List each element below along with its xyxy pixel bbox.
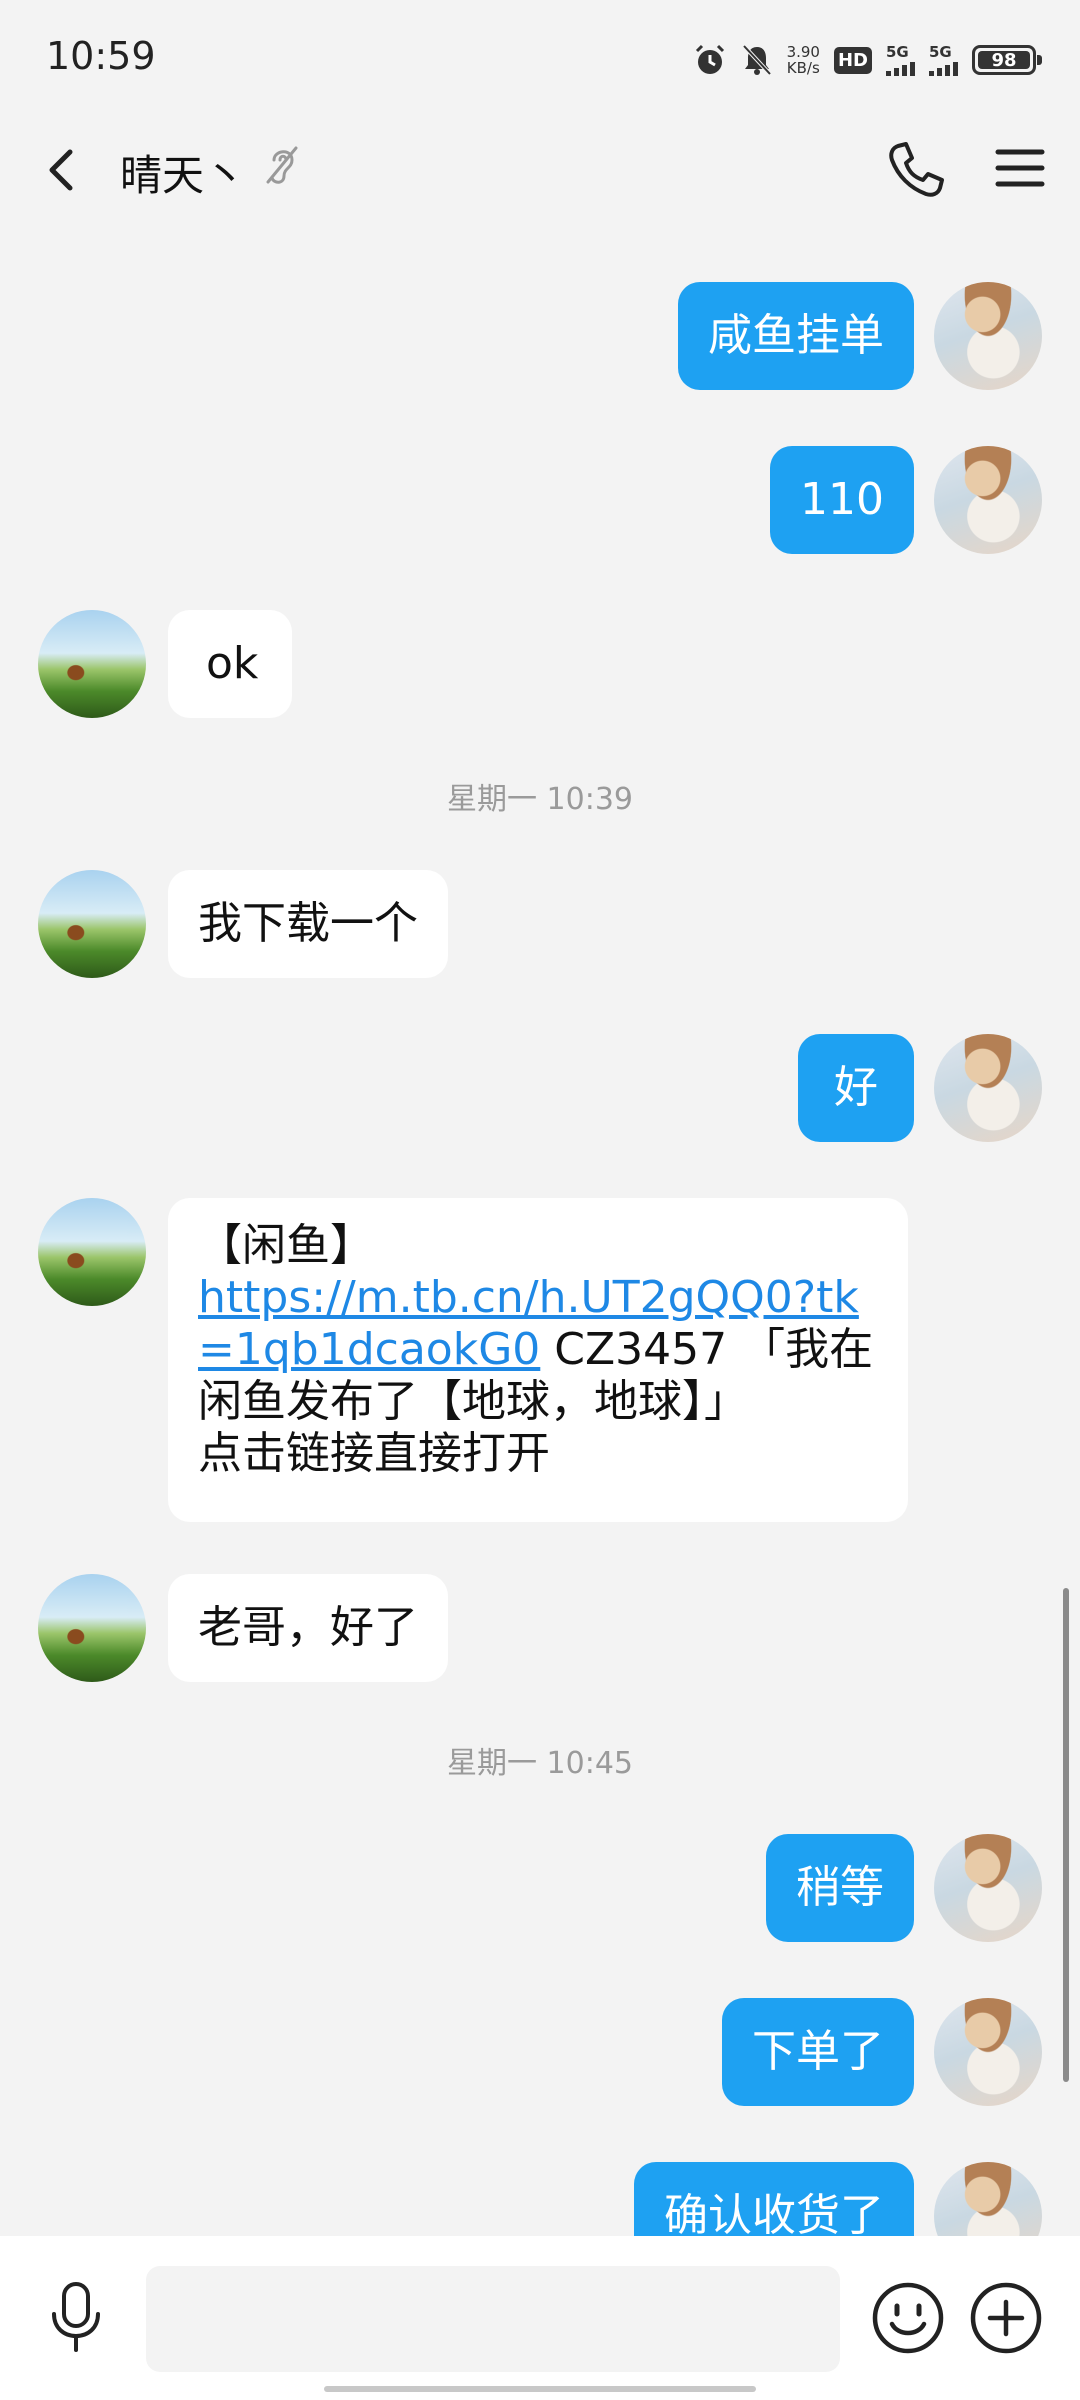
message-input[interactable] <box>146 2266 840 2372</box>
scrollbar[interactable] <box>1063 1588 1069 2082</box>
message-link[interactable]: https://m.tb.cn/h.UT2gQQ0?tk <box>198 1272 859 1323</box>
battery-icon: 98 <box>972 45 1042 75</box>
status-time: 10:59 <box>46 34 156 78</box>
signal-icon: 5G <box>886 42 915 76</box>
contact-avatar[interactable] <box>38 1574 146 1682</box>
message-text: 好 <box>834 1062 878 1113</box>
back-icon[interactable] <box>36 142 92 198</box>
message-row: 确认收货了 <box>0 2158 1080 2236</box>
timestamp: 星期一 10:45 <box>447 1746 633 1781</box>
message-bubble[interactable]: ok <box>168 610 293 718</box>
message-text: 我下载一个 <box>198 898 418 949</box>
message-bubble[interactable]: 稍等 <box>766 1834 914 1942</box>
sim1-label: 5G <box>886 42 909 61</box>
message-row: 稍等 <box>0 1830 1080 1946</box>
call-icon[interactable] <box>884 138 948 202</box>
message-text: CZ3457 「我在 <box>540 1324 874 1375</box>
message-text: ok <box>206 638 259 689</box>
signal-icon: 5G <box>929 42 958 76</box>
message-bubble[interactable]: 下单了 <box>722 1998 914 2106</box>
my-avatar[interactable] <box>934 1034 1042 1142</box>
message-row: 我下载一个 <box>0 866 1080 982</box>
message-text: 点击链接直接打开 <box>198 1428 550 1479</box>
message-row: 老哥，好了 <box>0 1570 1080 1686</box>
message-bubble[interactable]: 【闲鱼】 https://m.tb.cn/h.UT2gQQ0?tk =1qb1d… <box>168 1198 908 1522</box>
sim2-label: 5G <box>929 42 952 61</box>
message-row: 110 <box>0 442 1080 558</box>
battery-level: 98 <box>991 49 1017 71</box>
message-row: 好 <box>0 1030 1080 1146</box>
net-speed-value: 3.90 <box>786 43 820 61</box>
ear-icon[interactable] <box>262 142 302 190</box>
message-bubble[interactable]: 110 <box>770 446 914 554</box>
mic-icon[interactable] <box>44 2280 108 2356</box>
chat-header: 晴天丶 <box>0 120 1080 230</box>
message-text: 老哥，好了 <box>198 1602 418 1653</box>
message-prefix: 【闲鱼】 <box>198 1220 374 1271</box>
message-text: 下单了 <box>752 2026 884 2077</box>
message-bubble[interactable]: 确认收货了 <box>634 2162 914 2236</box>
message-bubble[interactable]: 好 <box>798 1034 914 1142</box>
timestamp: 星期一 10:39 <box>447 782 633 817</box>
contact-avatar[interactable] <box>38 1198 146 1306</box>
my-avatar[interactable] <box>934 1998 1042 2106</box>
home-indicator[interactable] <box>324 2386 756 2392</box>
message-text: 稍等 <box>796 1862 884 1913</box>
status-bar: 10:59 3.90 KB/s HD 5G 5G 98 <box>0 0 1080 120</box>
mute-icon <box>742 44 772 76</box>
net-speed-unit: KB/s <box>786 59 820 77</box>
message-text: 闲鱼发布了【地球，地球】」 <box>198 1376 748 1427</box>
contact-avatar[interactable] <box>38 870 146 978</box>
my-avatar[interactable] <box>934 1834 1042 1942</box>
status-icons: 3.90 KB/s HD 5G 5G 98 <box>693 38 1042 82</box>
message-bubble[interactable]: 咸鱼挂单 <box>678 282 914 390</box>
message-row: 咸鱼挂单 <box>0 278 1080 394</box>
message-row: 【闲鱼】 https://m.tb.cn/h.UT2gQQ0?tk =1qb1d… <box>0 1194 1080 1524</box>
contact-name[interactable]: 晴天丶 <box>120 142 246 203</box>
emoji-icon[interactable] <box>870 2280 946 2356</box>
hd-icon: HD <box>833 46 872 74</box>
message-link[interactable]: =1qb1dcaokG0 <box>198 1324 540 1375</box>
chat-list[interactable]: 咸鱼挂单 110 ok 星期一 10:39 我下载一个 好 【闲鱼】 https… <box>0 230 1080 2236</box>
message-bubble[interactable]: 我下载一个 <box>168 870 448 978</box>
message-row: ok <box>0 606 1080 722</box>
message-bubble[interactable]: 老哥，好了 <box>168 1574 448 1682</box>
message-text: 咸鱼挂单 <box>708 310 884 361</box>
message-row: 下单了 <box>0 1994 1080 2110</box>
alarm-icon <box>695 44 724 74</box>
message-text: 110 <box>800 474 884 525</box>
contact-avatar[interactable] <box>38 610 146 718</box>
message-text: 确认收货了 <box>664 2190 884 2236</box>
my-avatar[interactable] <box>934 446 1042 554</box>
my-avatar[interactable] <box>934 2162 1042 2236</box>
net-speed: 3.90 KB/s <box>787 44 820 76</box>
my-avatar[interactable] <box>934 282 1042 390</box>
input-bar <box>0 2236 1080 2400</box>
menu-icon[interactable] <box>992 140 1048 196</box>
plus-icon[interactable] <box>968 2280 1044 2356</box>
